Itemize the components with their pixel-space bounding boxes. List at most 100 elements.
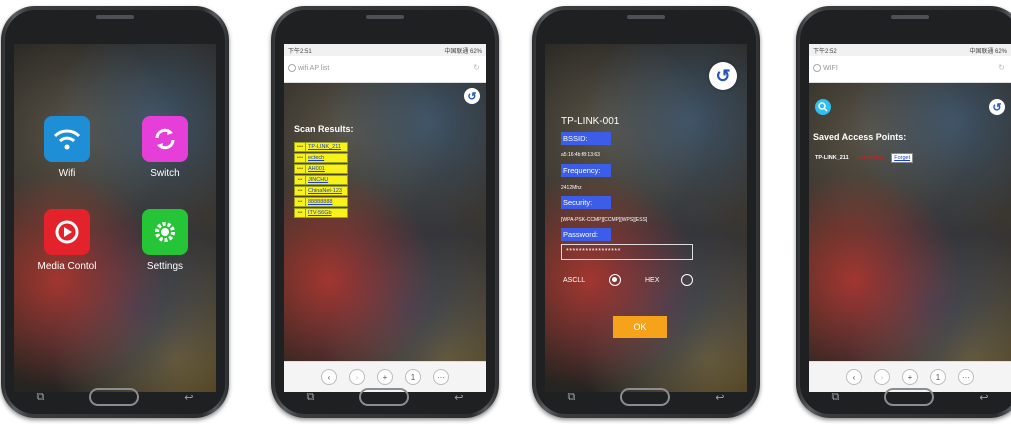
status-right: 中国联通 62% [444,48,482,55]
globe-icon [813,64,821,72]
list-item[interactable]: *** ITV-56Gb [294,208,348,218]
radio-hex-label: HEX [645,277,660,284]
list-item[interactable]: *** JINCHU [294,175,348,185]
phone-3: ↺ TP-LINK-001 BSSID: a5:16:4b:f8:13:63 F… [532,6,760,418]
nav-back-button[interactable]: ‹ [846,369,862,385]
list-item[interactable]: *** ChinaNet-123 [294,186,348,196]
security-value: [WPA-PSK-CCMP][CCMP][WPS][ESS] [561,217,648,223]
app-label: Wifi [58,168,76,179]
signal-strength: *** [294,186,306,196]
url-text: wifi AP list [298,65,330,72]
signal-strength: **** [294,153,306,163]
scan-screen: 下午2:51 中国联通 62% wifi AP list ↻ ↺ Scan Re… [284,44,486,392]
new-tab-button[interactable]: + [902,369,918,385]
app-settings[interactable]: Settings [120,209,210,272]
signal-strength: *** [294,175,306,185]
reload-icon[interactable]: ↻ [473,63,480,72]
home-button[interactable] [89,388,140,406]
back-icon[interactable]: ↺ [709,62,737,90]
recent-apps-icon[interactable]: ⧉ [831,391,839,404]
url-text: WIFI [823,65,838,72]
ssid-link[interactable]: JINCHU [306,175,348,185]
ssid-link[interactable]: ChinaNet-123 [306,186,348,196]
home-button[interactable] [620,388,671,406]
recent-apps-icon[interactable]: ⧉ [567,391,575,404]
nav-forward-button[interactable]: › [349,369,365,385]
ok-button[interactable]: OK [613,316,667,338]
recent-apps-icon[interactable]: ⧉ [36,391,44,404]
nav-forward-button[interactable]: › [874,369,890,385]
signal-strength: *** [294,197,306,207]
status-time: 下午2:51 [288,48,312,55]
password-input[interactable]: ***************** [561,244,693,260]
soft-keys: ⧉ ↩ [545,384,747,410]
soft-keys: ⧉ ↩ [809,384,1011,410]
home-screen: Wifi Switch Media Contol Settings [14,44,216,392]
back-icon[interactable]: ↩ [454,391,463,404]
app-label: Switch [150,168,180,179]
settings-icon [142,209,188,255]
radio-ascii[interactable] [609,274,621,286]
list-item[interactable]: *** 88888888 [294,197,348,207]
status-bar: 下午2:51 中国联通 62% [284,44,486,56]
bssid-label: BSSID: [561,132,611,145]
soft-keys: ⧉ ↩ [14,384,216,410]
network-detail-screen: ↺ TP-LINK-001 BSSID: a5:16:4b:f8:13:63 F… [545,44,747,392]
more-menu-button[interactable]: ··· [433,369,449,385]
speaker [366,15,404,19]
ssid-link[interactable]: ectech [306,153,348,163]
soft-keys: ⧉ ↩ [284,384,486,410]
signal-strength: *** [294,208,306,218]
radio-ascii-label: ASCLL [563,277,586,284]
back-icon[interactable]: ↩ [184,391,193,404]
phone-1: Wifi Switch Media Contol Settings ⧉ ↩ [1,6,229,418]
url-bar[interactable]: WIFI ↻ [809,56,1011,83]
back-icon[interactable]: ↩ [715,391,724,404]
home-button[interactable] [359,388,410,406]
connection-status: Connected [856,155,884,161]
app-label: Settings [146,261,184,272]
back-icon[interactable]: ↺ [464,88,480,104]
phone-4: 下午2:52 中国联通 62% WIFI ↻ ↺ Saved Access Po… [796,6,1011,418]
app-wifi[interactable]: Wifi [22,116,112,179]
bssid-value: a5:16:4b:f8:13:63 [561,152,600,158]
app-switch[interactable]: Switch [120,116,210,179]
security-label: Security: [561,196,611,209]
tabs-button[interactable]: 1 [405,369,421,385]
forget-button[interactable]: Forget [891,153,914,163]
ssid-link[interactable]: ITV-56Gb [306,208,348,218]
status-time: 下午2:52 [813,48,837,55]
home-button[interactable] [884,388,935,406]
signal-strength: **** [294,142,306,152]
list-item[interactable]: **** TP-LINK_211 [294,142,348,152]
status-right: 中国联通 62% [969,48,1007,55]
status-bar: 下午2:52 中国联通 62% [809,44,1011,56]
url-bar[interactable]: wifi AP list ↻ [284,56,486,83]
recent-apps-icon[interactable]: ⧉ [306,391,314,404]
nav-back-button[interactable]: ‹ [321,369,337,385]
back-icon[interactable]: ↺ [989,99,1005,115]
password-label: Password: [561,228,611,241]
phone-2: 下午2:51 中国联通 62% wifi AP list ↻ ↺ Scan Re… [271,6,499,418]
media-icon [44,209,90,255]
back-icon[interactable]: ↩ [979,391,988,404]
ssid-link[interactable]: TP-LINK_211 [306,142,348,152]
app-media-control[interactable]: Media Contol [22,209,112,272]
app-label: Media Contol [37,261,97,272]
ssid-link[interactable]: 88888888 [306,197,348,207]
list-item[interactable]: **** ectech [294,153,348,163]
scan-results-list: **** TP-LINK_211 **** ectech **** AH001 ***… [294,142,348,219]
radio-hex[interactable] [681,274,693,286]
speaker [627,15,665,19]
search-icon[interactable] [815,99,831,115]
ssid-link[interactable]: AH001 [306,164,348,174]
reload-icon[interactable]: ↻ [998,63,1005,72]
saved-ap-title: Saved Access Points: [813,132,907,142]
saved-ap-screen: 下午2:52 中国联通 62% WIFI ↻ ↺ Saved Access Po… [809,44,1011,392]
new-tab-button[interactable]: + [377,369,393,385]
list-item[interactable]: **** AH001 [294,164,348,174]
tabs-button[interactable]: 1 [930,369,946,385]
saved-ssid: TP-LINK_211 [815,155,849,161]
more-menu-button[interactable]: ··· [958,369,974,385]
globe-icon [288,64,296,72]
